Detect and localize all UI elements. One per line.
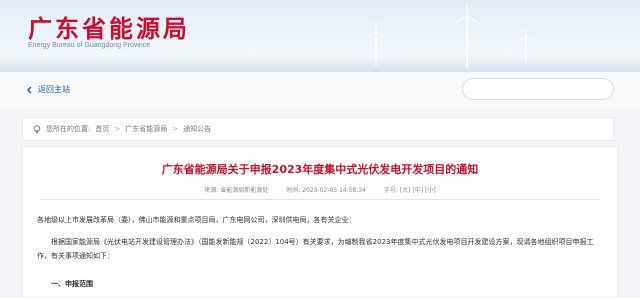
navbar: 返回主站	[0, 72, 640, 108]
search-box[interactable]	[462, 78, 614, 100]
breadcrumb: 您所在的位置: 首页 > 广东省能源局 > 通知公告	[22, 117, 614, 141]
breadcrumb-separator: >	[114, 125, 121, 133]
wind-turbine-icon	[456, 4, 478, 68]
breadcrumb-prefix: 您所在的位置:	[46, 125, 91, 133]
back-home-link[interactable]: 返回主站	[26, 84, 70, 95]
article-time: 时间: 2023-02-03 14:58:34	[286, 187, 366, 194]
article-panel: 广东省能源局关于申报2023年度集中式光伏发电开发项目的通知 来源: 省能源局新…	[22, 146, 618, 298]
breadcrumb-separator: >	[172, 125, 179, 133]
back-home-label: 返回主站	[38, 85, 70, 94]
wind-turbine-icon	[368, 23, 384, 66]
article-font-size[interactable]: 字号: [大] [中] [小]	[384, 185, 436, 194]
article-paragraph: 根据国家能源局《光伏电站开发建设管理办法》（国能发新能规〔2022〕104号）有…	[37, 238, 594, 260]
location-pin-icon	[33, 124, 41, 134]
site-title: 广东省能源局	[28, 14, 190, 43]
back-arrow-icon	[27, 86, 32, 93]
article-title: 广东省能源局关于申报2023年度集中式光伏发电开发项目的通知	[161, 163, 479, 176]
section-heading: 一、申报范围	[51, 280, 93, 288]
article-paragraph: 各地级以上市发展改革局（委），佛山市能源和重点项目局，广东电网公司，深圳供电局，…	[37, 216, 356, 224]
search-input[interactable]	[475, 84, 595, 94]
sea-backdrop	[0, 56, 640, 72]
header-banner: 广东省能源局 Energy Bureau of Guangdong Provin…	[0, 0, 640, 72]
divider	[41, 199, 599, 200]
breadcrumb-bureau[interactable]: 广东省能源局	[125, 124, 167, 134]
article-meta: 来源: 省能源局新能源处 时间: 2023-02-03 14:58:34 字号:…	[23, 185, 617, 194]
breadcrumb-notices[interactable]: 通知公告	[183, 124, 211, 134]
wind-turbine-icon	[520, 29, 532, 64]
article-source: 来源: 省能源局新能源处	[204, 187, 269, 194]
site-subtitle: Energy Bureau of Guangdong Province	[28, 42, 151, 49]
breadcrumb-home[interactable]: 首页	[95, 124, 109, 134]
